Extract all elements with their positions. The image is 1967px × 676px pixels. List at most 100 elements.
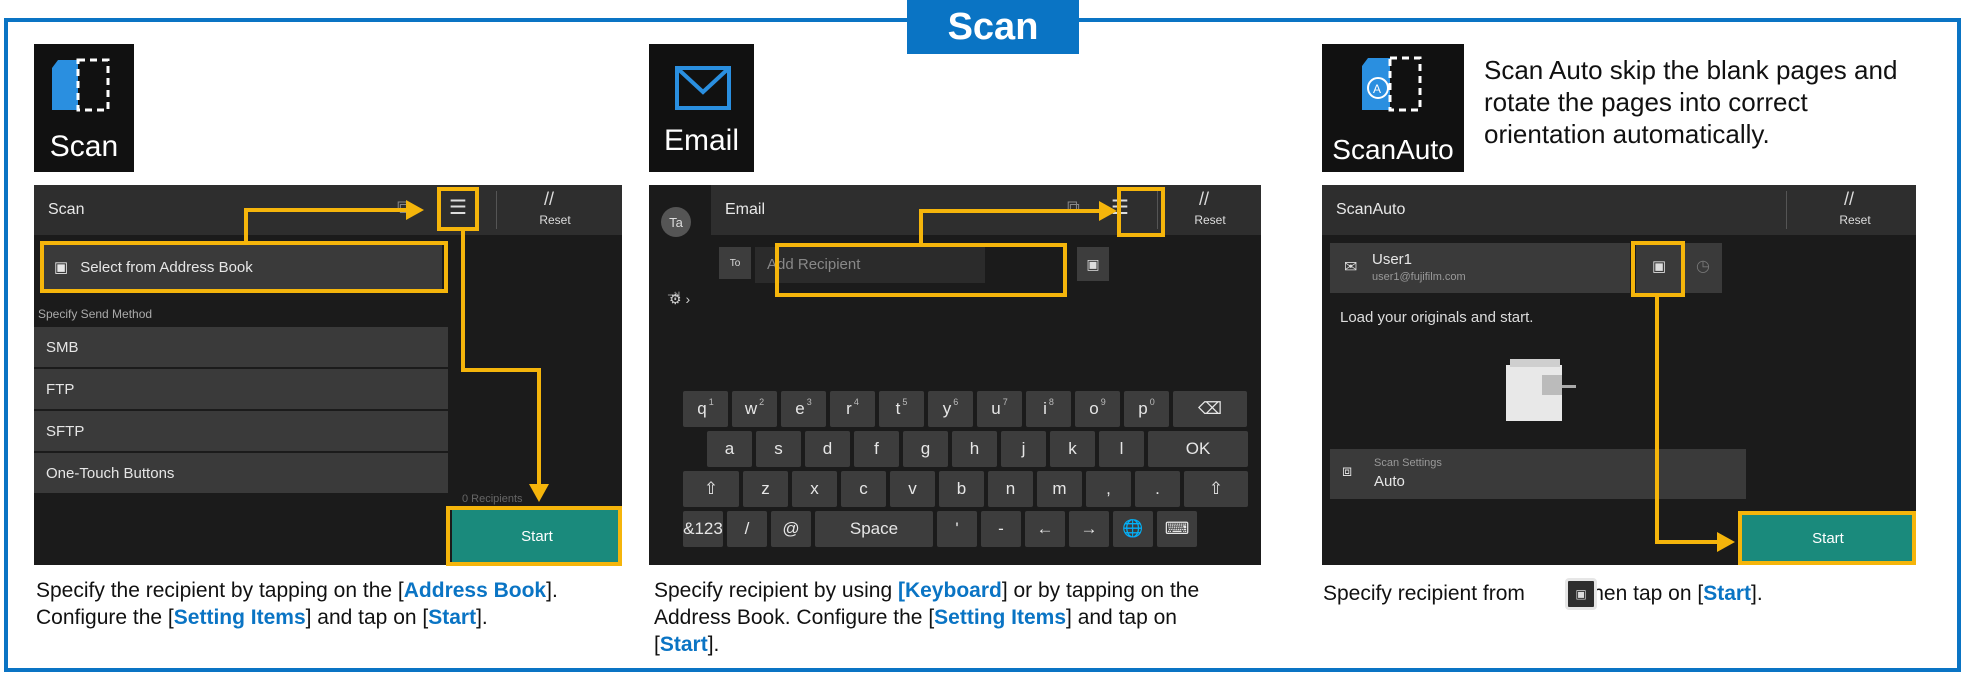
connector-line — [244, 210, 248, 242]
caption-highlight: Start — [428, 606, 477, 629]
caption-text: ]. — [546, 579, 558, 602]
key-a[interactable]: a — [707, 431, 752, 467]
scanauto-app-tile[interactable]: A ScanAuto — [1322, 44, 1464, 172]
key-u[interactable]: u7 — [977, 391, 1022, 427]
space-key[interactable]: Space — [815, 511, 933, 547]
connector-line — [461, 368, 541, 372]
connector-line — [919, 209, 1101, 213]
key-period[interactable]: . — [1135, 471, 1180, 507]
connector-line — [1655, 296, 1659, 542]
key-slash[interactable]: / — [727, 511, 767, 547]
key-m[interactable]: m — [1037, 471, 1082, 507]
key-dash[interactable]: - — [981, 511, 1021, 547]
method-smb[interactable]: SMB — [34, 327, 448, 367]
key-k[interactable]: k — [1050, 431, 1095, 467]
to-button[interactable]: To — [719, 247, 751, 279]
key-v[interactable]: v — [890, 471, 935, 507]
method-one-touch[interactable]: One-Touch Buttons — [34, 453, 448, 493]
method-ftp[interactable]: FTP — [34, 369, 448, 409]
globe-icon[interactable]: 🌐 — [1113, 511, 1153, 547]
connector-line — [1655, 540, 1719, 544]
envelope-icon — [675, 66, 731, 110]
arrow-head — [529, 484, 549, 502]
arrow-left-key[interactable]: ← — [1025, 511, 1065, 547]
connector-line — [919, 211, 923, 245]
key-d[interactable]: d — [805, 431, 850, 467]
key-p[interactable]: p0 — [1124, 391, 1169, 427]
method-sftp[interactable]: SFTP — [34, 411, 448, 451]
key-n[interactable]: n — [988, 471, 1033, 507]
key-y[interactable]: y6 — [928, 391, 973, 427]
key-s[interactable]: s — [756, 431, 801, 467]
key-i[interactable]: i8 — [1026, 391, 1071, 427]
key-q[interactable]: q1 — [683, 391, 728, 427]
caption-highlight: Setting Items — [934, 606, 1067, 629]
header-divider — [496, 191, 497, 229]
reset-icon: // — [544, 189, 555, 209]
caption-text: ]. — [707, 633, 720, 656]
settings-gear-icon[interactable]: ⚙ › — [669, 291, 690, 308]
shift-key-right[interactable]: ⇧ — [1184, 471, 1248, 507]
svg-text:A: A — [1373, 82, 1381, 96]
key-o[interactable]: o9 — [1075, 391, 1120, 427]
caption-text: ] and tap on [ — [305, 606, 429, 629]
caption-text: ] or by tapping on the — [1001, 579, 1200, 602]
key-e[interactable]: e3 — [781, 391, 826, 427]
key-l[interactable]: l — [1099, 431, 1144, 467]
copy-icon[interactable]: ⧉ — [1067, 197, 1080, 218]
email-caption: Specify recipient by using [Keyboard] or… — [654, 577, 1294, 658]
scanauto-caption: Specify recipient from ▣, then tap on [S… — [1323, 578, 1943, 610]
connector-line — [244, 208, 410, 212]
caption-text: Address Book. Configure the [ — [654, 606, 935, 629]
scan-settings-icon: ⧈ — [1342, 463, 1353, 480]
backspace-key[interactable]: ⌫ — [1173, 391, 1247, 427]
start-highlight — [1738, 511, 1916, 565]
user-avatar[interactable]: Ta — [661, 207, 691, 237]
arrow-right-key[interactable]: → — [1069, 511, 1109, 547]
scanauto-app-label: ScanAuto — [1332, 134, 1454, 165]
key-b[interactable]: b — [939, 471, 984, 507]
reset-button[interactable]: Reset — [530, 213, 580, 227]
reset-button[interactable]: Reset — [1830, 213, 1880, 227]
key-g[interactable]: g — [903, 431, 948, 467]
email-app-label: Email — [663, 124, 739, 157]
key-h[interactable]: h — [952, 431, 997, 467]
scan-settings-label: Scan Settings — [1374, 457, 1442, 469]
shift-key-left[interactable]: ⇧ — [683, 471, 739, 507]
connector-line — [461, 230, 465, 370]
caption-highlight: Setting Items — [173, 606, 306, 629]
recipient-card[interactable]: ✉ User1 user1@fujifilm.com — [1330, 243, 1630, 293]
arrow-head — [1099, 201, 1117, 221]
method-label: SFTP — [46, 422, 85, 440]
key-t[interactable]: t5 — [879, 391, 924, 427]
scan-settings-button[interactable]: ⧈ Scan Settings Auto — [1330, 449, 1746, 499]
caption-text: Configure the [ — [36, 606, 174, 629]
scan-settings-value: Auto — [1374, 473, 1405, 490]
key-j[interactable]: j — [1001, 431, 1046, 467]
key-at[interactable]: @ — [771, 511, 811, 547]
history-icon[interactable]: ◷ — [1696, 256, 1710, 276]
key-w[interactable]: w2 — [732, 391, 777, 427]
arrow-head — [406, 200, 424, 220]
address-book-icon: ▣ — [1565, 578, 1597, 610]
key-comma[interactable]: , — [1086, 471, 1131, 507]
email-app-tile[interactable]: Email — [649, 44, 754, 172]
address-book-icon[interactable]: ▣ — [1077, 247, 1109, 281]
settings-highlight — [1117, 187, 1165, 237]
key-f[interactable]: f — [854, 431, 899, 467]
keyboard-hide-icon[interactable]: ⌨ — [1157, 511, 1197, 547]
caption-text: ]. — [1751, 582, 1763, 605]
scan-app-tile[interactable]: Scan — [34, 44, 134, 172]
symbols-key[interactable]: &123 — [683, 511, 723, 547]
scan-caption: Specify the recipient by tapping on the … — [36, 577, 656, 631]
reset-button[interactable]: Reset — [1185, 213, 1235, 227]
key-c[interactable]: c — [841, 471, 886, 507]
key-z[interactable]: z — [743, 471, 788, 507]
recipient-count: 0 Recipients — [462, 493, 523, 505]
email-header-title: Email — [725, 201, 766, 218]
key-r[interactable]: r4 — [830, 391, 875, 427]
key-x[interactable]: x — [792, 471, 837, 507]
scan-header-title: Scan — [48, 201, 85, 218]
key-apostrophe[interactable]: ' — [937, 511, 977, 547]
ok-key[interactable]: OK — [1148, 431, 1248, 467]
